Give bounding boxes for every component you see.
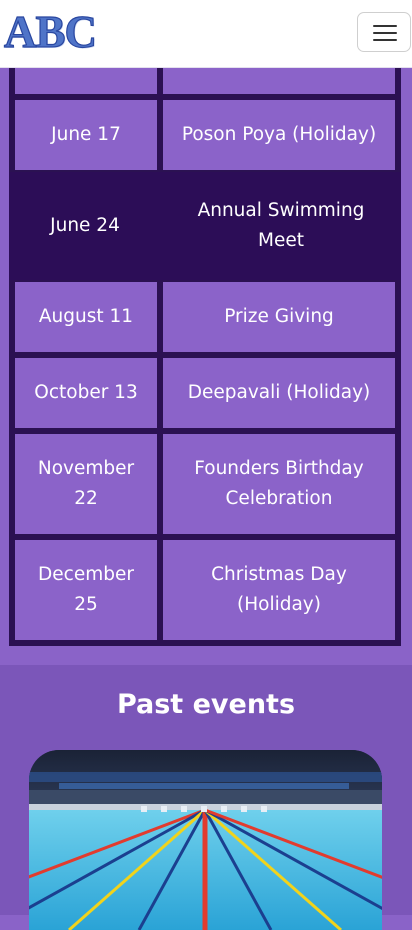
pool-illustration (29, 750, 382, 930)
table-cell-date: November 22 (15, 434, 157, 534)
table-cell-event: Poson Poya (Holiday) (163, 100, 395, 170)
table-cell-date: December 25 (15, 540, 157, 640)
section-heading: Past events (116, 689, 296, 720)
table-cell-event: Founders Birthday Celebration (163, 434, 395, 534)
table-cell-event: Annual Swimming Meet (161, 172, 401, 280)
table-cell-date: June 17 (15, 100, 157, 170)
events-table: June 17 Poson Poya (Holiday) June 24 Ann… (9, 68, 401, 646)
past-events-section: Past events (0, 665, 412, 930)
navbar: ABC (0, 0, 412, 68)
table-cell-event: Prize Giving (163, 282, 395, 352)
navbar-toggle-button[interactable] (357, 12, 411, 52)
table-cell-date: June 24 (9, 172, 161, 280)
table-cell-date (15, 68, 157, 94)
events-section: June 17 Poson Poya (Holiday) June 24 Ann… (0, 68, 412, 665)
swimming-pool-image[interactable] (29, 750, 382, 930)
table-cell-event: Deepavali (Holiday) (163, 358, 395, 428)
brand-logo[interactable]: ABC (3, 7, 97, 56)
table-cell-event: Christmas Day (Holiday) (163, 540, 395, 640)
table-cell-date: October 13 (15, 358, 157, 428)
table-cell-date: August 11 (15, 282, 157, 352)
table-cell-event (163, 68, 395, 94)
